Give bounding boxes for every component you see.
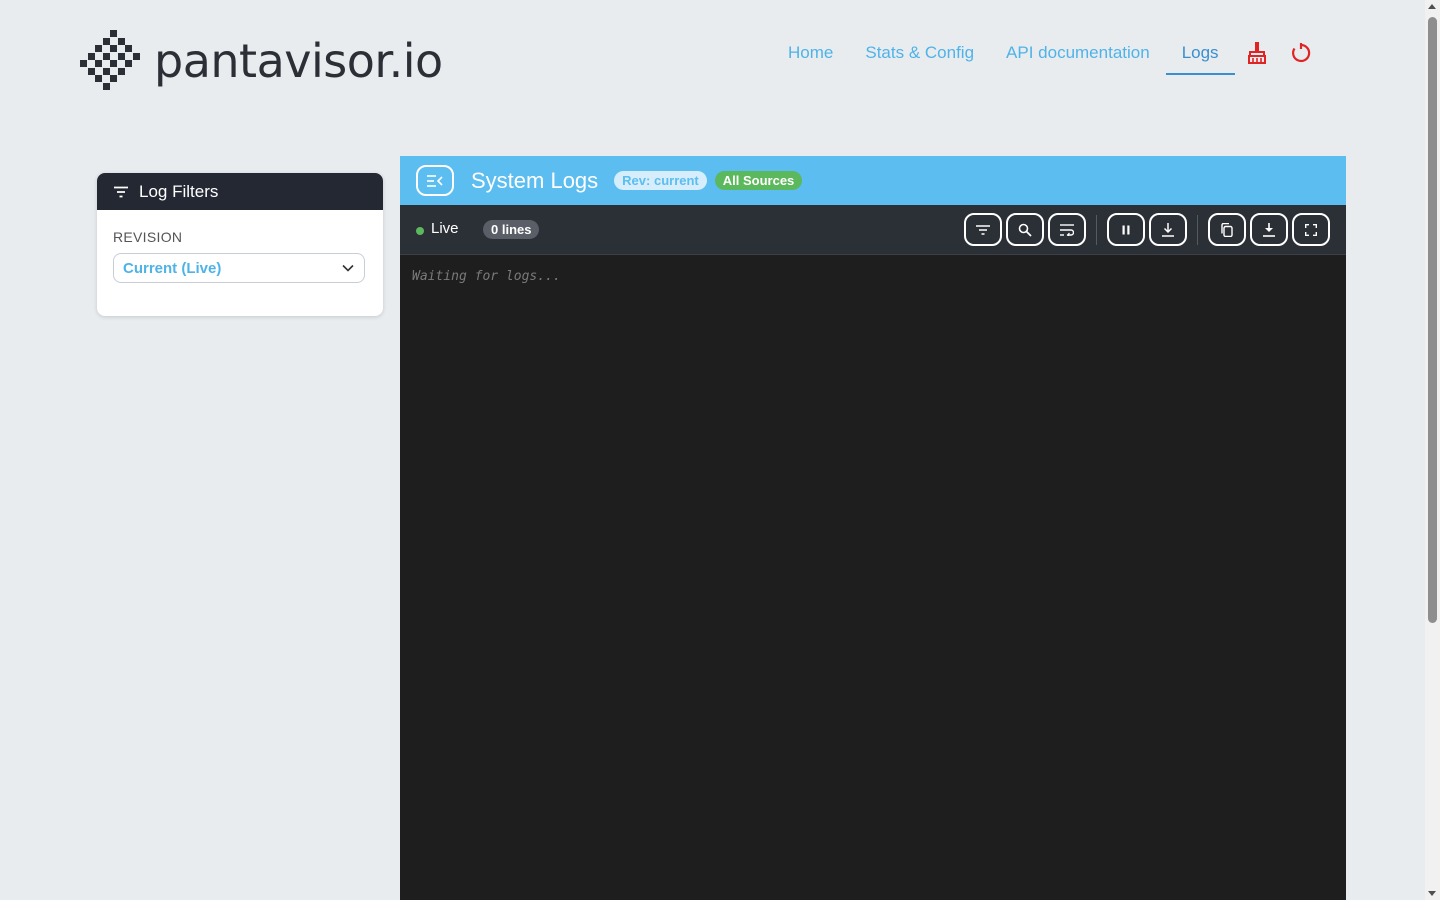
download-icon (1263, 222, 1275, 237)
lines-count-badge: 0 lines (483, 220, 540, 239)
revision-label: REVISION (113, 229, 183, 245)
copy-button[interactable] (1208, 213, 1246, 246)
scrollbar-thumb[interactable] (1428, 17, 1437, 623)
power-icon (1291, 43, 1310, 63)
live-status-dot (416, 227, 424, 235)
search-button[interactable] (1006, 213, 1044, 246)
toolbar-divider (1096, 214, 1097, 245)
logs-title: System Logs (471, 167, 599, 193)
log-filters-header: Log Filters (97, 173, 383, 210)
revision-badge: Rev: current (614, 171, 707, 190)
page-scrollbar[interactable] (1425, 0, 1440, 900)
revision-value: Current (Live) (123, 259, 222, 277)
toolbar-divider (1197, 214, 1198, 245)
live-label: Live (431, 220, 459, 237)
pause-icon (1122, 225, 1130, 234)
broom-icon (1247, 42, 1266, 64)
search-icon (1018, 223, 1032, 237)
nav-stats-config[interactable]: Stats & Config (849, 31, 990, 75)
logs-header: System Logs Rev: current All Sources (400, 156, 1346, 205)
logo-mark-icon (80, 30, 142, 92)
scroll-to-bottom-button[interactable] (1149, 213, 1187, 246)
wrap-icon (1060, 223, 1074, 236)
reboot-button[interactable] (1279, 31, 1323, 75)
filter-button[interactable] (964, 213, 1002, 246)
download-button[interactable] (1250, 213, 1288, 246)
toggle-sidebar-button[interactable] (416, 165, 454, 196)
filter-icon (976, 224, 990, 235)
nav-home[interactable]: Home (772, 31, 849, 75)
log-output[interactable]: Waiting for logs... (400, 255, 1346, 298)
filter-icon (113, 186, 129, 198)
clear-button[interactable] (1235, 31, 1279, 75)
chevron-down-icon (342, 264, 354, 272)
system-logs-panel: System Logs Rev: current All Sources Liv… (400, 156, 1346, 900)
scroll-down-arrow-icon[interactable] (1428, 891, 1436, 896)
nav-logs[interactable]: Logs (1165, 31, 1235, 75)
fullscreen-button[interactable] (1292, 213, 1330, 246)
nav-api-documentation[interactable]: API documentation (990, 31, 1166, 75)
fullscreen-icon (1305, 223, 1317, 236)
logo[interactable]: pantavisor.io (80, 30, 443, 92)
logs-toolbar: Live 0 lines (400, 205, 1346, 255)
copy-icon (1221, 222, 1233, 237)
log-filters-card: Log Filters REVISION Current (Live) (97, 173, 383, 316)
brand-name: pantavisor.io (154, 34, 443, 88)
log-tools (960, 213, 1330, 246)
log-filters-title: Log Filters (139, 181, 219, 201)
pause-button[interactable] (1107, 213, 1145, 246)
main-nav: Home Stats & Config API documentation Lo… (772, 30, 1323, 76)
collapse-sidebar-icon (427, 174, 443, 187)
log-placeholder: Waiting for logs... (412, 269, 561, 284)
sources-badge: All Sources (714, 171, 803, 190)
scroll-bottom-icon (1162, 222, 1174, 237)
scroll-up-arrow-icon[interactable] (1428, 4, 1436, 9)
wrap-lines-button[interactable] (1048, 213, 1086, 246)
revision-select[interactable]: Current (Live) (113, 253, 365, 283)
